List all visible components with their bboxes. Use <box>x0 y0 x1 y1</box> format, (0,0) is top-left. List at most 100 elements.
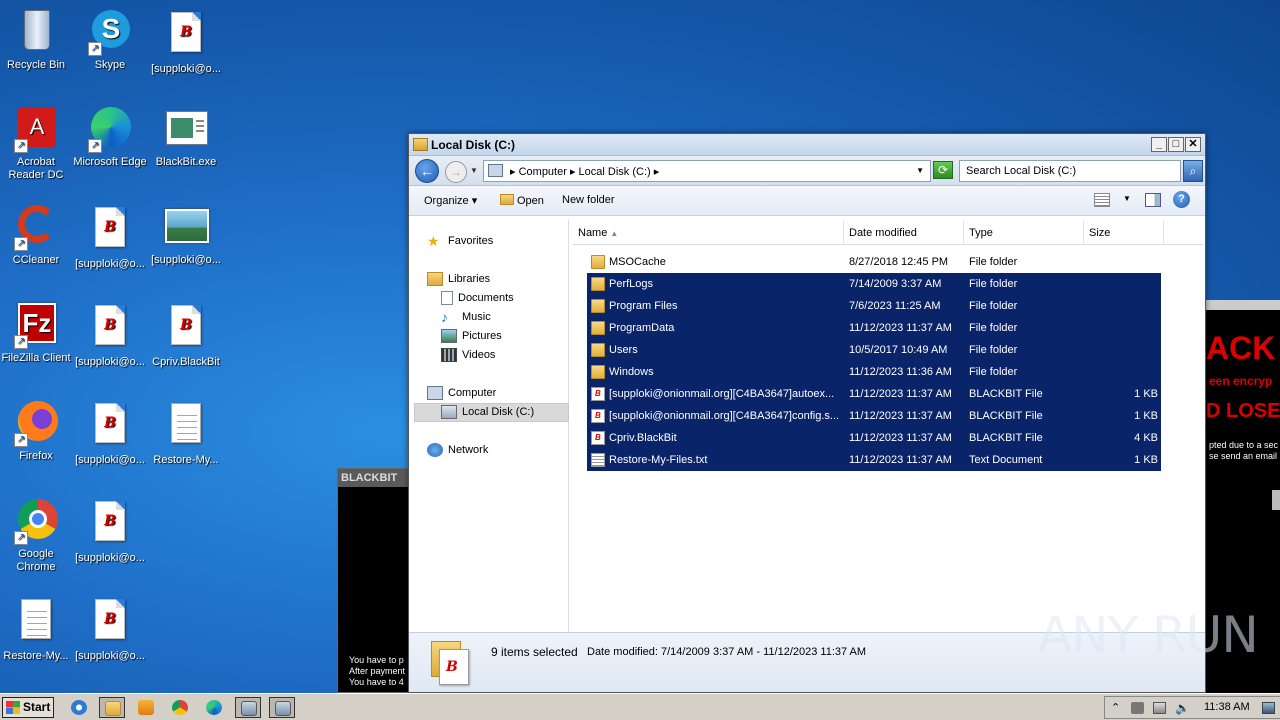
desktop-icon-blackbit-exe[interactable]: BlackBit.exe <box>148 105 224 169</box>
desktop-icon-blackbit-file-3[interactable]: B [supploki@o... <box>72 301 148 369</box>
maximize-button[interactable]: □ <box>1168 137 1184 152</box>
desktop-icon-edge[interactable]: ↗ Microsoft Edge <box>72 105 148 169</box>
taskbar-blackbit-window-1[interactable] <box>235 697 261 718</box>
taskbar-internet-explorer[interactable] <box>66 697 92 718</box>
address-dropdown[interactable]: ▼ <box>916 166 924 175</box>
nav-music[interactable]: ♪ Music <box>441 308 491 326</box>
nav-network[interactable]: Network <box>427 441 488 459</box>
volume-icon[interactable]: 🔈 <box>1175 702 1190 714</box>
file-row[interactable]: Program Files 7/6/2023 11:25 AM File folde… <box>587 295 1161 317</box>
recycle-bin-icon <box>12 8 60 56</box>
show-hidden-icons-icon[interactable]: ⌃ <box>1111 702 1124 714</box>
file-row[interactable]: ProgramData 11/12/2023 11:37 AM File folde… <box>587 317 1161 339</box>
taskbar-explorer[interactable] <box>99 697 125 718</box>
desktop-icon-ccleaner[interactable]: ↗ CCleaner <box>0 203 74 267</box>
change-view-icon[interactable] <box>1094 193 1110 207</box>
desktop-icon-blackbit-file-6[interactable]: B [supploki@o... <box>72 595 148 663</box>
desktop-icon-filezilla[interactable]: Fz ↗ FileZilla Client <box>0 301 74 365</box>
view-dropdown[interactable]: ▼ <box>1123 194 1131 203</box>
start-button[interactable]: Start <box>2 697 54 718</box>
network-icon[interactable] <box>1153 702 1166 714</box>
desktop-icon-blackbit-file-4[interactable]: B [supploki@o... <box>72 399 148 467</box>
recent-pages-dropdown[interactable]: ▼ <box>470 166 478 175</box>
desktop-icon-firefox[interactable]: ↗ Firefox <box>0 399 74 463</box>
file-row[interactable]: [supploki@onionmail.org][C4BA3647]autoex… <box>587 383 1161 405</box>
file-date: 11/12/2023 11:37 AM <box>849 454 952 466</box>
nav-libraries[interactable]: Libraries <box>427 270 490 288</box>
folder-icon <box>591 343 605 357</box>
nav-local-disk[interactable]: Local Disk (C:) <box>441 403 534 421</box>
nav-documents[interactable]: Documents <box>441 289 514 307</box>
desktop-icon-blackbit-file-1[interactable]: B [supploki@o... <box>148 8 224 76</box>
desktop-icon-blackbit-file-5[interactable]: B [supploki@o... <box>72 497 148 565</box>
ransom-subheadline: een encryp <box>1209 374 1273 388</box>
desktop-icon-recycle-bin[interactable]: Recycle Bin <box>0 8 74 72</box>
file-date: 10/5/2017 10:49 AM <box>849 344 948 356</box>
show-desktop-icon[interactable] <box>1262 702 1275 714</box>
title-bar[interactable]: Local Disk (C:) _ □ ✕ <box>409 134 1205 156</box>
breadcrumb-local-disk[interactable]: Local Disk (C:) <box>579 166 651 178</box>
file-name: [supploki@onionmail.org][C4BA3647]config… <box>609 410 840 422</box>
column-size[interactable]: Size <box>1084 221 1164 245</box>
nav-computer[interactable]: Computer <box>427 384 496 402</box>
column-type[interactable]: Type <box>964 221 1084 245</box>
taskbar-media-player[interactable] <box>133 697 159 718</box>
internet-explorer-icon <box>71 700 87 715</box>
file-row[interactable]: Cpriv.BlackBit 11/12/2023 11:37 AM BLACKBI… <box>587 427 1161 449</box>
taskbar-chrome[interactable] <box>167 697 193 718</box>
documents-icon <box>441 291 453 305</box>
blackbit-file-icon: B <box>86 599 134 647</box>
preview-pane-icon[interactable] <box>1145 193 1161 207</box>
desktop-icon-label: [supploki@o... <box>75 454 145 466</box>
file-row[interactable]: [supploki@onionmail.org][C4BA3647]config… <box>587 405 1161 427</box>
new-folder-button[interactable]: New folder <box>562 194 615 206</box>
organize-button[interactable]: Organize ▾ <box>424 194 477 207</box>
firefox-icon: ↗ <box>12 399 60 447</box>
file-row[interactable]: Restore-My-Files.txt 11/12/2023 11:37 AM T… <box>587 449 1161 471</box>
open-button[interactable]: Open <box>500 194 544 207</box>
nav-pictures[interactable]: Pictures <box>441 327 502 345</box>
search-icon[interactable]: ⌕ <box>1183 160 1203 182</box>
acrobat-icon: A ↗ <box>12 105 60 153</box>
windows-logo-icon <box>6 701 20 714</box>
file-row[interactable]: PerfLogs 7/14/2009 3:37 AM File folder <box>587 273 1161 295</box>
nav-label: Local Disk (C:) <box>462 406 535 418</box>
back-button[interactable]: ← <box>415 159 439 183</box>
file-row[interactable]: MSOCache 8/27/2018 12:45 PM File folder <box>587 251 1161 273</box>
breadcrumb-computer[interactable]: Computer <box>519 166 567 178</box>
desktop-icon-restore-txt-1[interactable]: Restore-My... <box>148 399 224 467</box>
nav-videos[interactable]: Videos <box>441 346 495 364</box>
file-date: 11/12/2023 11:37 AM <box>849 432 952 444</box>
desktop-icon-image-file[interactable]: [supploki@o... <box>148 203 224 267</box>
open-label: Open <box>517 195 544 207</box>
refresh-button[interactable]: ⟳ <box>933 161 953 179</box>
taskbar-blackbit-window-2[interactable] <box>269 697 295 718</box>
taskbar-edge[interactable] <box>201 697 227 718</box>
clock[interactable]: 11:38 AM <box>1204 701 1250 713</box>
file-row[interactable]: Users 10/5/2017 10:49 AM File folder <box>587 339 1161 361</box>
nav-label: Music <box>462 311 491 323</box>
action-center-icon[interactable] <box>1131 702 1144 714</box>
address-bar[interactable]: ▸ Computer ▸ Local Disk (C:) ▸ ▼ <box>483 160 931 182</box>
file-row[interactable]: Windows 11/12/2023 11:36 AM File folder <box>587 361 1161 383</box>
folder-icon <box>105 701 121 716</box>
star-icon: ★ <box>427 233 440 249</box>
desktop-icon-acrobat[interactable]: A ↗ Acrobat Reader DC <box>0 105 74 182</box>
desktop-icon-restore-txt-2[interactable]: Restore-My... <box>0 595 74 663</box>
column-name[interactable]: Name ▲ <box>573 221 844 245</box>
minimize-button[interactable]: _ <box>1151 137 1167 152</box>
blackbit-ransom-window[interactable]: BLACKBIT You have to p After payment You… <box>337 468 412 693</box>
nav-favorites[interactable]: ★ Favorites <box>427 232 493 250</box>
scrollbar[interactable] <box>1272 490 1280 510</box>
help-icon[interactable]: ? <box>1173 191 1190 208</box>
application-icon <box>162 105 210 153</box>
desktop-icon-chrome[interactable]: ↗ Google Chrome <box>0 497 74 574</box>
desktop-icon-skype[interactable]: S ↗ Skype <box>72 8 148 72</box>
desktop-icon-cpriv-blackbit[interactable]: B Cpriv.BlackBit <box>148 301 224 369</box>
ransom-headline: ACK I <box>1206 322 1280 374</box>
close-button[interactable]: ✕ <box>1185 137 1201 152</box>
forward-button[interactable]: → <box>445 161 467 183</box>
search-input[interactable]: Search Local Disk (C:) <box>959 160 1181 182</box>
column-date-modified[interactable]: Date modified <box>844 221 964 245</box>
desktop-icon-blackbit-file-2[interactable]: B [supploki@o... <box>72 203 148 271</box>
